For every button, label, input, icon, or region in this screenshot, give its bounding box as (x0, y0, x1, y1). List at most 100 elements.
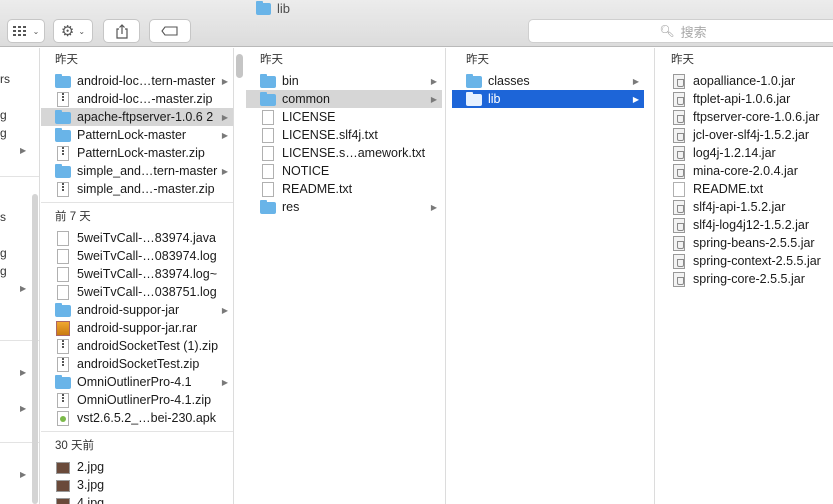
item-name: OmniOutlinerPro-4.1.zip (77, 393, 212, 407)
folder-row[interactable]: android-loc…tern-master ▶ (41, 72, 233, 90)
chevron-right-icon: ▶ (221, 377, 228, 387)
truncated-text: g (0, 264, 7, 278)
chevron-right-icon: ▶ (221, 112, 228, 122)
chevron-right-icon: ▶ (430, 76, 437, 86)
item-name: README.txt (282, 182, 353, 196)
file-row[interactable]: NOTICE (246, 162, 442, 180)
item-name: lib (488, 92, 501, 106)
section-header: 昨天 (671, 54, 694, 66)
file-row[interactable]: mina-core-2.0.4.jar (657, 162, 833, 180)
folder-row[interactable]: bin ▶ (246, 72, 442, 90)
file-row[interactable]: ftplet-api-1.0.6.jar (657, 90, 833, 108)
image-file-icon (56, 497, 70, 504)
search-field[interactable]: 🔍︎ 搜索 (528, 19, 833, 43)
file-row[interactable]: 5weiTvCall-…83974.log~ (41, 265, 233, 283)
item-name: 5weiTvCall-…83974.java (77, 231, 216, 245)
item-name: PatternLock-master (77, 128, 187, 142)
folder-row[interactable]: classes ▶ (452, 72, 644, 90)
item-name: mina-core-2.0.4.jar (693, 164, 798, 178)
item-name: android-suppor-jar (77, 303, 180, 317)
tag-icon (161, 26, 178, 36)
file-row[interactable]: 5weiTvCall-…038751.log (41, 283, 233, 301)
file-row[interactable]: 2.jpg (41, 458, 233, 476)
file-row[interactable]: README.txt (246, 180, 442, 198)
zip-file-icon (57, 181, 69, 197)
action-button[interactable]: ⚙ ⌄ (53, 19, 93, 43)
file-row[interactable]: slf4j-log4j12-1.5.2.jar (657, 216, 833, 234)
jar-file-icon (673, 73, 685, 89)
folder-icon (55, 110, 71, 124)
view-options-button[interactable]: ⌄ (7, 19, 45, 43)
file-row[interactable]: ftpserver-core-1.0.6.jar (657, 108, 833, 126)
folder-row[interactable]: res ▶ (246, 198, 442, 216)
document-icon (57, 266, 69, 282)
file-row[interactable]: androidSocketTest.zip (41, 355, 233, 373)
item-name: 5weiTvCall-…038751.log (77, 285, 217, 299)
folder-icon (466, 92, 482, 106)
document-icon (262, 127, 274, 143)
folder-row[interactable]: lib ▶ (452, 90, 644, 108)
column-browser-3: 昨天 classes ▶ lib ▶ (452, 48, 644, 504)
file-row[interactable]: LICENSE.s…amework.txt (246, 144, 442, 162)
jar-file-icon (673, 199, 685, 215)
file-row[interactable]: android-suppor-jar.rar (41, 319, 233, 337)
folder-row[interactable]: android-suppor-jar ▶ (41, 301, 233, 319)
item-name: 5weiTvCall-…083974.log (77, 249, 217, 263)
folder-row[interactable]: simple_and…tern-master ▶ (41, 162, 233, 180)
item-name: simple_and…tern-master (77, 164, 218, 178)
file-row[interactable]: LICENSE (246, 108, 442, 126)
folder-icon (55, 303, 71, 317)
item-name: 2.jpg (77, 460, 105, 474)
zip-file-icon (57, 338, 69, 354)
file-row[interactable]: spring-core-2.5.5.jar (657, 270, 833, 288)
item-name: bin (282, 74, 299, 88)
jar-file-icon (673, 91, 685, 107)
share-button[interactable] (103, 19, 140, 43)
section-header: 30 天前 (55, 440, 94, 452)
file-row[interactable]: spring-context-2.5.5.jar (657, 252, 833, 270)
window-title: lib (256, 0, 290, 16)
scrollbar[interactable] (32, 194, 38, 504)
file-row[interactable]: 5weiTvCall-…83974.java (41, 229, 233, 247)
zip-file-icon (57, 91, 69, 107)
folder-row[interactable]: apache-ftpserver-1.0.6 2 ▶ (41, 108, 233, 126)
chevron-right-icon: ▶ (221, 76, 228, 86)
file-row[interactable]: LICENSE.slf4j.txt (246, 126, 442, 144)
file-row[interactable]: vst2.6.5.2_…bei-230.apk (41, 409, 233, 427)
file-row[interactable]: log4j-1.2.14.jar (657, 144, 833, 162)
file-row[interactable]: androidSocketTest (1).zip (41, 337, 233, 355)
document-icon (57, 284, 69, 300)
scrollbar[interactable] (236, 54, 243, 78)
apk-file-icon (57, 410, 69, 426)
image-file-icon (56, 479, 70, 492)
folder-row[interactable]: OmniOutlinerPro-4.1 ▶ (41, 373, 233, 391)
zip-file-icon (57, 392, 69, 408)
file-row[interactable]: slf4j-api-1.5.2.jar (657, 198, 833, 216)
file-row[interactable]: jcl-over-slf4j-1.5.2.jar (657, 126, 833, 144)
file-row[interactable]: 4.jpg (41, 494, 233, 504)
file-row[interactable]: README.txt (657, 180, 833, 198)
file-row[interactable]: 5weiTvCall-…083974.log (41, 247, 233, 265)
folder-row[interactable]: PatternLock-master ▶ (41, 126, 233, 144)
file-row[interactable]: simple_and…-master.zip (41, 180, 233, 198)
folder-icon (260, 92, 276, 106)
jar-file-icon (673, 145, 685, 161)
item-name: jcl-over-slf4j-1.5.2.jar (693, 128, 810, 142)
file-row[interactable]: android-loc…-master.zip (41, 90, 233, 108)
chevron-down-icon: ⌄ (78, 26, 86, 36)
folder-icon (256, 1, 271, 15)
file-row[interactable]: OmniOutlinerPro-4.1.zip (41, 391, 233, 409)
file-row[interactable]: 3.jpg (41, 476, 233, 494)
zip-file-icon (57, 145, 69, 161)
item-name: spring-beans-2.5.5.jar (693, 236, 815, 250)
chevron-right-icon: ▶ (20, 368, 27, 377)
tag-button[interactable] (149, 19, 191, 43)
document-icon (262, 109, 274, 125)
file-row[interactable]: aopalliance-1.0.jar (657, 72, 833, 90)
file-row[interactable]: spring-beans-2.5.5.jar (657, 234, 833, 252)
chevron-right-icon: ▶ (20, 404, 27, 413)
folder-row[interactable]: common ▶ (246, 90, 442, 108)
section-header: 前 7 天 (55, 211, 91, 223)
file-row[interactable]: PatternLock-master.zip (41, 144, 233, 162)
item-name: simple_and…-master.zip (77, 182, 215, 196)
